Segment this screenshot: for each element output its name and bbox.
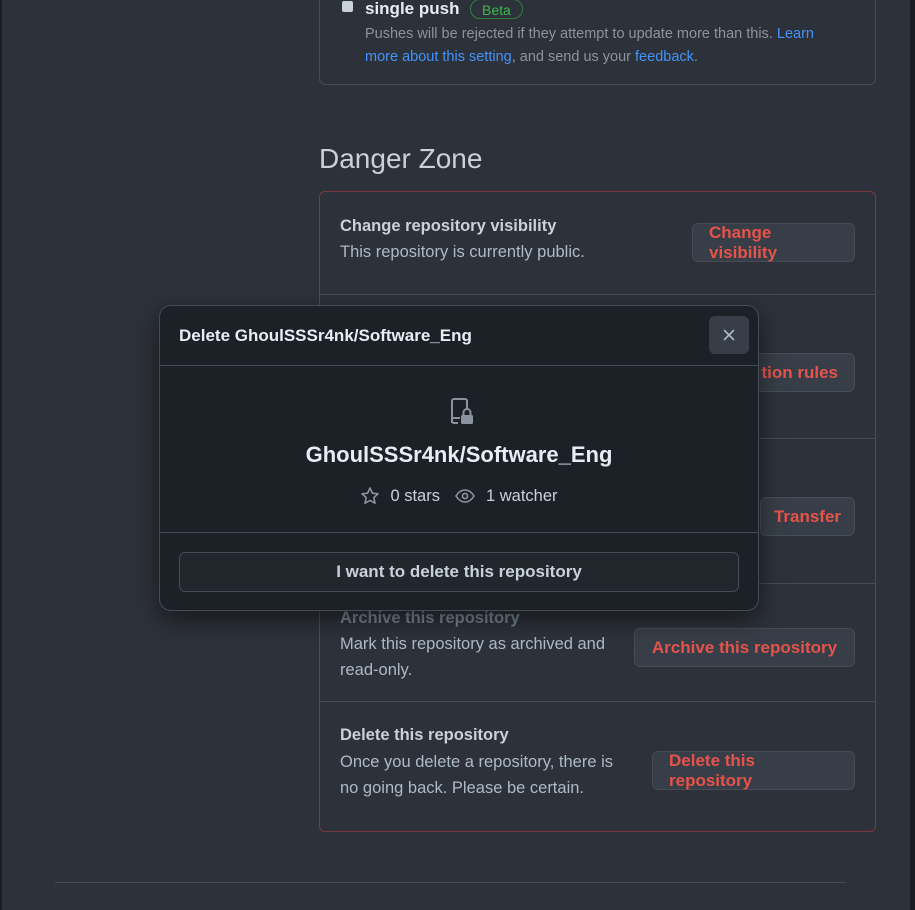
archive-repository-button[interactable]: Archive this repository [634, 628, 855, 667]
single-push-checkbox[interactable] [342, 1, 353, 12]
push-desc-mid: , and send us your [511, 49, 636, 65]
push-desc-prefix: Pushes will be rejected if they attempt … [365, 26, 777, 42]
dialog-title: Delete GhoulSSSr4nk/Software_Eng [179, 326, 472, 345]
stars-count: 0 stars [390, 486, 440, 505]
x-icon [723, 329, 735, 341]
visibility-desc: This repository is currently public. [340, 243, 585, 261]
transfer-button[interactable]: Transfer [760, 497, 855, 536]
delete-row: Delete this repository Once you delete a… [320, 701, 875, 832]
delete-desc: Once you delete a repository, there is n… [340, 753, 614, 797]
push-limit-box: single push Beta Pushes will be rejected… [319, 0, 876, 85]
watchers-stat: 1 watcher [454, 486, 558, 506]
stars-stat: 0 stars [360, 486, 440, 506]
star-icon [361, 487, 380, 504]
bottom-divider [55, 882, 846, 883]
push-desc-suffix: . [693, 49, 698, 65]
repo-full-name: GhoulSSSr4nk/Software_Eng [305, 442, 613, 467]
watchers-count: 1 watcher [485, 486, 558, 505]
dialog-footer: I want to delete this repository [160, 532, 758, 610]
push-setting-description: Pushes will be rejected if they attempt … [365, 23, 845, 69]
dialog-header: Delete GhoulSSSr4nk/Software_Eng [160, 306, 758, 366]
visibility-row: Change repository visibility This reposi… [320, 192, 875, 294]
close-dialog-button[interactable] [709, 316, 749, 354]
delete-repository-dialog: Delete GhoulSSSr4nk/Software_Eng GhoulSS… [159, 305, 759, 611]
eye-icon [455, 489, 475, 503]
delete-title: Delete this repository [340, 726, 509, 744]
push-setting-title: single push [365, 0, 460, 18]
visibility-title: Change repository visibility [340, 217, 557, 235]
repo-stats: 0 stars 1 watcher [160, 486, 758, 506]
archive-desc: Mark this repository as archived and rea… [340, 635, 606, 679]
archive-title: Archive this repository [340, 609, 520, 627]
beta-badge: Beta [470, 0, 523, 19]
change-visibility-button[interactable]: Change visibility [692, 223, 855, 262]
repo-locked-icon [451, 398, 473, 424]
feedback-link[interactable]: feedback [635, 49, 694, 65]
confirm-delete-button[interactable]: I want to delete this repository [179, 552, 739, 592]
delete-repository-button[interactable]: Delete this repository [652, 751, 855, 790]
danger-zone-heading: Danger Zone [319, 143, 483, 174]
